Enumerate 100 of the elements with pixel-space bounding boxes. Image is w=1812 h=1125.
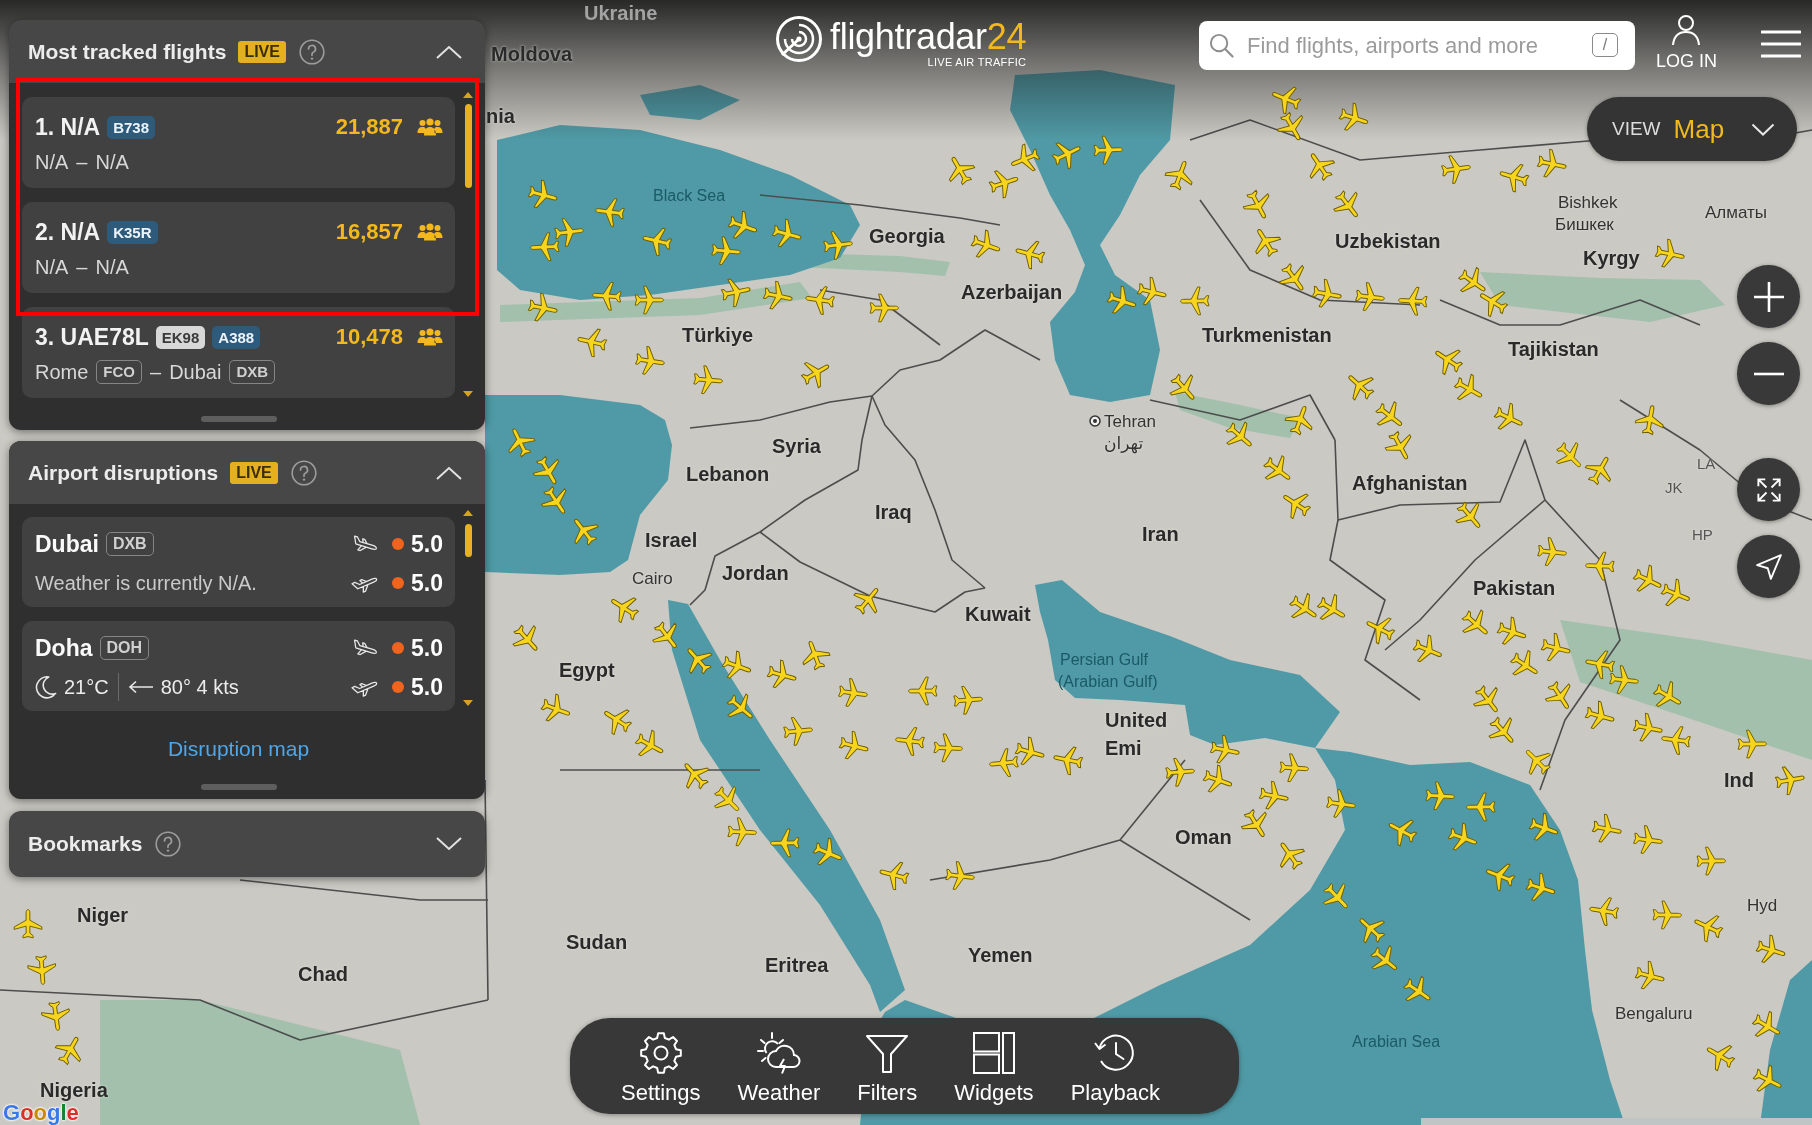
plane-icon[interactable] — [1584, 648, 1616, 680]
scroll-thumb[interactable] — [464, 104, 472, 188]
plane-icon[interactable] — [944, 860, 976, 892]
plane-icon[interactable] — [721, 650, 753, 682]
plane-icon[interactable] — [988, 167, 1020, 199]
plane-icon[interactable] — [1498, 161, 1530, 193]
plane-icon[interactable] — [1736, 728, 1768, 760]
plane-icon[interactable] — [1484, 860, 1516, 892]
menu-icon[interactable] — [1761, 29, 1801, 59]
plane-icon[interactable] — [1447, 822, 1479, 854]
airport-card[interactable]: Dubai DXB 5.0 Weather is currently N/A. 5.0 — [22, 517, 455, 607]
plane-icon[interactable] — [838, 730, 870, 762]
scroll-down-icon[interactable] — [463, 391, 473, 397]
plane-icon[interactable] — [1052, 744, 1084, 776]
plane-icon[interactable] — [576, 326, 608, 358]
flight-card[interactable]: 2. N/A K35R 16,857 N/A – N/A — [22, 202, 455, 293]
plane-icon[interactable] — [1397, 285, 1429, 317]
filters-button[interactable]: Filters — [857, 1018, 918, 1114]
plane-icon[interactable] — [540, 693, 572, 725]
plane-icon[interactable] — [782, 715, 814, 747]
plane-icon[interactable] — [1591, 813, 1623, 845]
flight-card[interactable]: 3. UAE78L EK98 A388 10,478 Rome FCO – Dubai DXB — [22, 307, 455, 398]
plane-icon[interactable] — [1202, 764, 1234, 796]
plane-icon[interactable] — [1632, 824, 1664, 856]
plane-icon[interactable] — [12, 908, 44, 940]
disruption-map-link[interactable]: Disruption map — [167, 737, 310, 760]
plane-icon[interactable] — [769, 827, 801, 859]
plane-icon[interactable] — [1440, 153, 1472, 185]
scroll-down-icon[interactable] — [463, 700, 473, 706]
plane-icon[interactable] — [692, 364, 724, 396]
plane-icon[interactable] — [1588, 895, 1620, 927]
plane-icon[interactable] — [553, 216, 585, 248]
plane-icon[interactable] — [594, 196, 626, 228]
plane-icon[interactable] — [1164, 756, 1196, 788]
plane-icon[interactable] — [799, 639, 831, 671]
plane-icon[interactable] — [1424, 780, 1456, 812]
plane-icon[interactable] — [952, 684, 984, 716]
airport-card[interactable]: Doha DOH 5.0 21°C 80° 4 kts 5.0 — [22, 621, 455, 711]
plane-icon[interactable] — [932, 732, 964, 764]
plane-icon[interactable] — [1584, 550, 1616, 582]
help-icon[interactable] — [290, 459, 317, 486]
plane-icon[interactable] — [766, 659, 798, 691]
scroll-up-icon[interactable] — [463, 92, 473, 98]
plane-icon[interactable] — [1695, 845, 1727, 877]
plane-icon[interactable] — [1209, 734, 1241, 766]
plane-icon[interactable] — [641, 225, 673, 257]
widgets-button[interactable]: Widgets — [954, 1018, 1034, 1114]
plane-icon[interactable] — [1284, 404, 1316, 436]
plane-icon[interactable] — [1608, 664, 1640, 696]
plane-icon[interactable] — [1634, 960, 1666, 992]
plane-icon[interactable] — [1632, 712, 1664, 744]
help-icon[interactable] — [298, 38, 325, 65]
plane-icon[interactable] — [1660, 724, 1692, 756]
login-button[interactable]: LOG IN — [1656, 14, 1717, 72]
plane-icon[interactable] — [1354, 281, 1386, 313]
flight-card[interactable]: 1. N/A B738 21,887 N/A – N/A — [22, 97, 455, 188]
plane-icon[interactable] — [804, 284, 836, 316]
plane-icon[interactable] — [1755, 934, 1787, 966]
plane-icon[interactable] — [527, 179, 559, 211]
plane-icon[interactable] — [1338, 102, 1370, 134]
view-switch[interactable]: VIEW Map — [1587, 97, 1797, 161]
chevron-up-icon[interactable] — [435, 43, 463, 60]
plane-icon[interactable] — [1311, 278, 1343, 310]
plane-icon[interactable] — [822, 229, 854, 261]
chevron-down-icon[interactable] — [435, 836, 463, 852]
plane-icon[interactable] — [1525, 872, 1557, 904]
plane-icon[interactable] — [720, 276, 752, 308]
plane-icon[interactable] — [868, 292, 900, 324]
plane-icon[interactable] — [634, 345, 666, 377]
plane-icon[interactable] — [1651, 899, 1683, 931]
plane-icon[interactable] — [1540, 632, 1572, 664]
plane-icon[interactable] — [1584, 700, 1616, 732]
resize-handle[interactable] — [200, 416, 277, 422]
plane-icon[interactable] — [1536, 148, 1568, 180]
plane-icon[interactable] — [988, 747, 1020, 779]
plane-icon[interactable] — [726, 816, 758, 848]
plane-icon[interactable] — [1092, 134, 1124, 166]
playback-button[interactable]: Playback — [1070, 1018, 1160, 1114]
plane-icon[interactable] — [1014, 238, 1046, 270]
plane-icon[interactable] — [591, 280, 623, 312]
plane-icon[interactable] — [878, 859, 910, 891]
settings-button[interactable]: Settings — [621, 1018, 701, 1114]
plane-icon[interactable] — [1528, 812, 1560, 844]
plane-icon[interactable] — [762, 280, 794, 312]
plane-icon[interactable] — [1014, 736, 1046, 768]
plane-icon[interactable] — [40, 1000, 72, 1032]
plane-icon[interactable] — [1164, 159, 1196, 191]
plane-icon[interactable] — [1496, 616, 1528, 648]
plane-icon[interactable] — [1258, 780, 1290, 812]
plane-icon[interactable] — [1536, 536, 1568, 568]
plane-icon[interactable] — [727, 210, 759, 242]
plane-icon[interactable] — [1106, 285, 1138, 317]
plane-icon[interactable] — [1179, 285, 1211, 317]
help-icon[interactable] — [155, 831, 182, 857]
plane-icon[interactable] — [1136, 276, 1168, 308]
plane-icon[interactable] — [970, 229, 1002, 261]
plane-icon[interactable] — [529, 231, 561, 263]
resize-handle[interactable] — [200, 784, 277, 790]
chevron-up-icon[interactable] — [435, 464, 463, 481]
scroll-up-icon[interactable] — [463, 510, 473, 516]
